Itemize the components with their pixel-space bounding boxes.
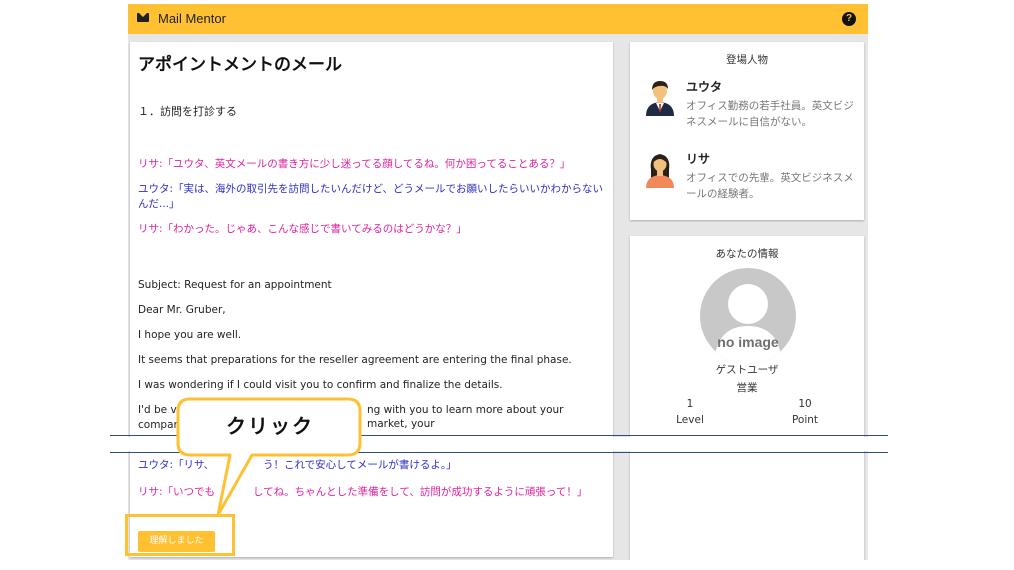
top-bar: Mail Mentor ? (128, 4, 868, 34)
level-label: Level (676, 414, 704, 426)
app-title: Mail Mentor (158, 11, 226, 26)
yuta-avatar (646, 81, 674, 116)
characters-heading: 登場人物 (726, 54, 768, 66)
point-label: Point (791, 414, 819, 426)
character-name: リサ (686, 152, 711, 166)
profile-avatar: no image (700, 268, 796, 364)
callout-text: クリック (226, 414, 314, 438)
email-line: Dear Mr. Gruber, (138, 304, 226, 316)
dialogue-line: リサ:「ユウタ、英文メールの書き方に少し迷ってる顔してるね。何か困ってることある… (138, 158, 571, 170)
profile-card: あなたの情報 no image ゲストユーザ 営業 1 Level 10 Poi… (630, 236, 864, 560)
email-line: I was wondering if I could visit you to … (138, 379, 503, 391)
dialogue-line: ユウタ:「実は、海外の取引先を訪問したいんだけど、どうメールでお願いしたらいいか… (138, 183, 604, 210)
user-department: 営業 (736, 382, 758, 394)
character-description: オフィスでの先輩。英文ビジネスメールの経験者。 (686, 172, 854, 200)
no-image-label: no image (717, 334, 779, 350)
section-heading: １．訪問を打診する (138, 105, 237, 118)
help-icon[interactable]: ? (842, 12, 856, 26)
email-line: I hope you are well. (138, 329, 242, 341)
point-value: 10 (798, 398, 812, 410)
character-description: オフィス勤務の若手社員。英文ビジネスメールに自信がない。 (686, 100, 854, 128)
click-highlight-frame (125, 514, 235, 556)
characters-card: 登場人物 ユウタ オフィス勤務の若手社員。英文ビジネスメールに自信がない。 リサ… (630, 42, 864, 220)
risa-avatar (646, 154, 674, 188)
character-name: ユウタ (686, 80, 723, 94)
level-value: 1 (686, 398, 694, 410)
dialogue-line: リサ:「わかった。じゃあ、こんな感じで書いてみるのはどうかな？」 (138, 223, 467, 235)
email-line: It seems that preparations for the resel… (138, 354, 572, 366)
email-line: Subject: Request for an appointment (138, 279, 332, 291)
lesson-title: アポイントメントのメール (138, 55, 342, 75)
profile-heading: あなたの情報 (715, 248, 779, 260)
user-name: ゲストユーザ (715, 364, 779, 376)
mail-icon (137, 12, 149, 22)
